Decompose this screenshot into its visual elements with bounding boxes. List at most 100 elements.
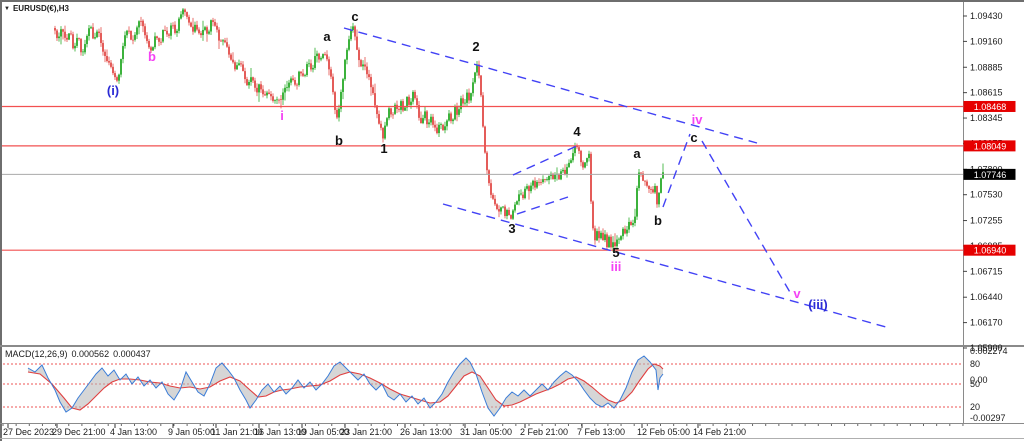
candle-down: [214, 22, 216, 26]
candle-down: [434, 125, 436, 128]
candle-down: [590, 154, 592, 202]
price-axis-label: 1.08345: [970, 113, 1003, 123]
candle-up: [446, 121, 448, 127]
candle-up: [524, 189, 526, 198]
candle-down: [468, 93, 470, 101]
candle-up: [182, 9, 184, 14]
candle-up: [448, 113, 450, 120]
candle-down: [156, 36, 158, 38]
candle-down: [378, 114, 380, 124]
candle-down: [296, 85, 298, 86]
candle-down: [188, 17, 190, 23]
candle-down: [450, 113, 452, 121]
candle-up: [546, 179, 548, 180]
candle-up: [346, 50, 348, 60]
candle-up: [236, 65, 238, 69]
wave-label: c: [351, 9, 358, 24]
candle-down: [646, 182, 648, 186]
candle-down: [220, 41, 222, 42]
price-axis-label: 1.07255: [970, 216, 1003, 226]
price-axis-label: 1.08615: [970, 88, 1003, 98]
wave-label: (iii): [808, 297, 828, 312]
candle-down: [144, 26, 146, 35]
candle-up: [410, 102, 412, 105]
candle-up: [506, 210, 508, 216]
candle-down: [602, 233, 604, 240]
candle-down: [318, 54, 320, 60]
symbol-label: EURUSD(€),H3: [13, 4, 69, 13]
candle-up: [554, 175, 556, 179]
candle-down: [592, 201, 594, 228]
chevron-down-icon[interactable]: ▼: [4, 6, 10, 12]
candle-down: [242, 64, 244, 71]
left-border: [0, 0, 2, 441]
candle-up: [514, 205, 516, 211]
candle-up: [458, 109, 460, 115]
time-axis-label: 2 Feb 21:00: [520, 427, 568, 437]
candle-up: [136, 27, 138, 34]
candle-down: [70, 33, 72, 34]
candle-up: [266, 93, 268, 96]
candle-down: [456, 106, 458, 115]
time-axis-label: 31 Jan 05:00: [460, 427, 512, 437]
candle-down: [254, 81, 256, 88]
symbol-selector[interactable]: ▼ EURUSD(€),H3: [4, 4, 69, 13]
candle-up: [312, 68, 314, 69]
pane-divider[interactable]: [0, 345, 1024, 347]
candle-up: [298, 72, 300, 85]
candle-down: [640, 173, 642, 174]
candle-down: [358, 50, 360, 60]
candle-down: [184, 9, 186, 12]
candle-down: [326, 54, 328, 59]
candle-up: [622, 229, 624, 236]
candle-up: [202, 30, 204, 35]
macd-scale-top: 0.002274: [970, 346, 1008, 356]
candle-down: [158, 38, 160, 42]
candle-down: [354, 26, 356, 36]
candle-down: [606, 234, 608, 247]
candle-down: [264, 94, 266, 95]
time-axis-label: 14 Feb 21:00: [693, 427, 746, 437]
main-chart-pane[interactable]: [2, 2, 963, 345]
candle-up: [126, 31, 128, 36]
candle-down: [262, 89, 264, 94]
candle-down: [648, 186, 650, 189]
candle-up: [84, 44, 86, 52]
price-axis-label: 1.07530: [970, 190, 1003, 200]
candle-up: [518, 194, 520, 201]
candle-up: [208, 31, 210, 33]
candle-down: [332, 77, 334, 92]
candle-down: [652, 189, 654, 192]
candle-up: [572, 153, 574, 160]
candle-down: [92, 27, 94, 38]
candle-down: [198, 30, 200, 34]
candle-up: [316, 54, 318, 56]
candle-down: [128, 31, 130, 32]
candle-down: [140, 21, 142, 22]
candle-down: [488, 170, 490, 183]
candle-up: [560, 171, 562, 179]
candle-down: [498, 209, 500, 211]
candle-down: [432, 117, 434, 125]
candle-down: [496, 204, 498, 209]
candle-down: [564, 170, 566, 174]
candle-up: [118, 75, 120, 81]
candle-up: [596, 231, 598, 240]
candle-up: [654, 186, 656, 192]
candle-up: [604, 234, 606, 240]
candle-down: [292, 78, 294, 80]
candle-down: [420, 118, 422, 123]
candle-down: [582, 162, 584, 167]
candle-up: [628, 222, 630, 230]
candle-up: [90, 27, 92, 28]
macd-scale-zero: 0.00: [970, 375, 988, 385]
candle-down: [436, 128, 438, 134]
candle-up: [124, 35, 126, 46]
candle-down: [206, 27, 208, 33]
chart-canvas[interactable]: ca2b1435abcbiiiiivv(i)(iii)1.094301.0916…: [0, 0, 1024, 441]
candle-up: [238, 63, 240, 65]
candle-up: [308, 63, 310, 64]
candle-down: [416, 98, 418, 105]
candle-down: [166, 31, 168, 35]
candle-up: [68, 33, 70, 39]
